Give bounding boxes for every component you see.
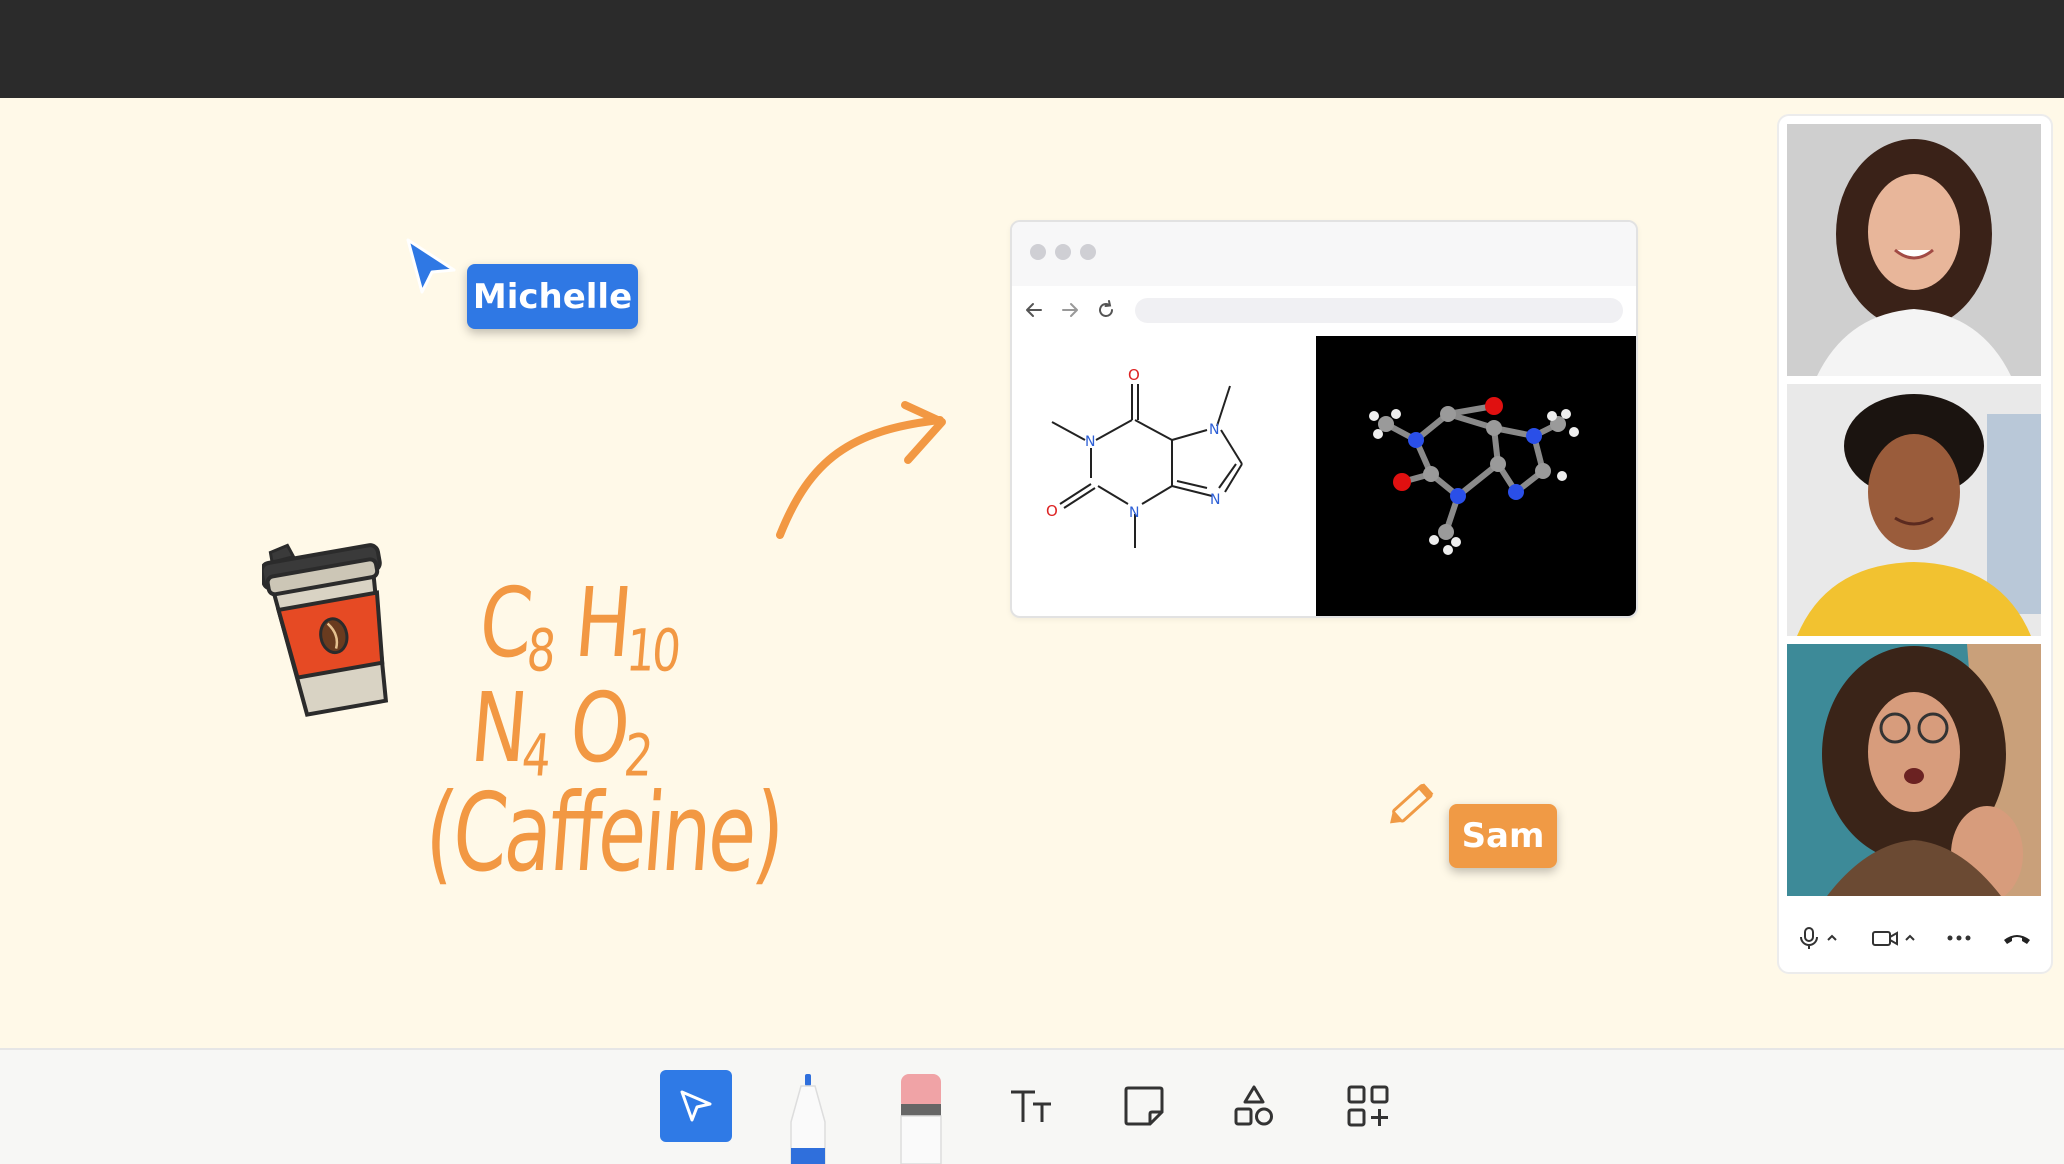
chevron-up-icon[interactable] [1825, 926, 1839, 950]
shapes-tool-button[interactable] [1218, 1070, 1290, 1142]
participant-2-avatar [1787, 384, 2041, 636]
apps-add-icon [1347, 1085, 1389, 1127]
caffeine-caption: (Caffeine) [421, 771, 786, 896]
atom-label: N [1209, 422, 1219, 438]
participant-video-2[interactable] [1787, 384, 2041, 636]
microphone-icon[interactable] [1797, 926, 1821, 950]
pencil-cursor-icon [1390, 783, 1434, 824]
pointer-icon [680, 1090, 712, 1122]
video-call-panel [1777, 114, 2053, 974]
caffeine-2d-structure: N N N N O O [1046, 366, 1243, 548]
call-controls [1779, 916, 2051, 960]
atom-label: N [1085, 434, 1095, 450]
atom-label: N [1129, 505, 1139, 521]
text-icon [1011, 1090, 1051, 1122]
sticky-note-tool-button[interactable] [1108, 1070, 1180, 1142]
sticky-note-icon [1124, 1086, 1164, 1126]
shapes-icon [1234, 1085, 1273, 1126]
collaborator-label-sam: Sam [1449, 804, 1557, 868]
participant-video-3[interactable] [1787, 644, 2041, 896]
atom-label: N [1210, 492, 1220, 508]
forward-arrow-icon[interactable] [1058, 298, 1082, 322]
whiteboard-toolbar [0, 1048, 2064, 1164]
collaborator-label-michelle: Michelle [467, 264, 638, 329]
browser-navbar [1012, 286, 1636, 336]
atom-label: O [1128, 366, 1140, 384]
cursor-arrow-icon [406, 238, 456, 294]
pen-tool-button[interactable] [785, 1074, 831, 1164]
add-apps-tool-button[interactable] [1332, 1070, 1404, 1142]
caffeine-3d-model [1316, 336, 1636, 616]
atom-label: O [1046, 502, 1058, 520]
back-arrow-icon[interactable] [1022, 298, 1046, 322]
more-options-icon[interactable] [1945, 926, 1973, 950]
url-bar[interactable] [1135, 298, 1623, 323]
eraser-tool-button[interactable] [898, 1074, 944, 1164]
participant-1-avatar [1787, 124, 2041, 376]
end-call-icon[interactable] [2001, 926, 2033, 950]
window-dot[interactable] [1030, 244, 1046, 260]
reload-icon[interactable] [1094, 298, 1118, 322]
caffeine-formula: C8 H10 N4 O2 [466, 567, 681, 789]
window-dot[interactable] [1055, 244, 1071, 260]
text-tool-button[interactable] [995, 1070, 1067, 1142]
participant-3-avatar [1787, 644, 2041, 896]
window-dot[interactable] [1080, 244, 1096, 260]
select-tool-button[interactable] [660, 1070, 732, 1142]
coffee-cup-icon [262, 543, 389, 717]
camera-icon[interactable] [1871, 926, 1899, 950]
embedded-browser-window[interactable]: N N N N O O [1010, 220, 1638, 618]
chevron-up-icon[interactable] [1903, 926, 1917, 950]
browser-content: N N N N O O [1012, 336, 1636, 616]
browser-titlebar [1012, 222, 1636, 286]
top-bar [0, 0, 2064, 98]
participant-video-1[interactable] [1787, 124, 2041, 376]
